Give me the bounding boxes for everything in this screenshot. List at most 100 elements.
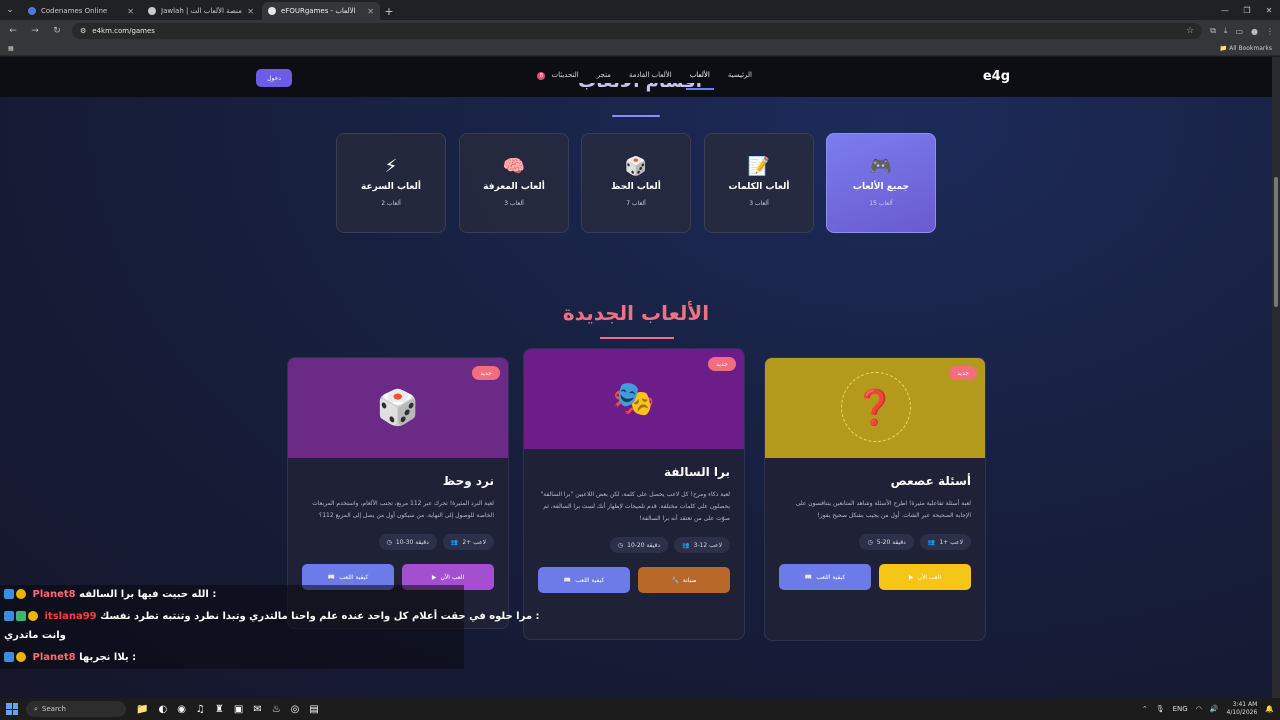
new-badge: جديد <box>949 366 977 380</box>
close-window-icon[interactable]: ✕ <box>1258 0 1280 20</box>
badge-icon <box>28 611 38 621</box>
url-field[interactable]: ⚙ e4km.com/games ☆ <box>72 23 1203 39</box>
profile-icon[interactable]: ● <box>1251 27 1258 36</box>
clock[interactable]: 3:41 AM 4/10/2026 <box>1227 701 1258 717</box>
close-tab-icon[interactable]: ✕ <box>127 7 134 16</box>
category-all[interactable]: 🎮 جميع الألعاب 15 ألعاب <box>826 133 936 233</box>
obs-icon[interactable]: ◎ <box>291 704 300 715</box>
game-actions: 📖 كيفية اللعب 🔧 صيانة <box>524 553 744 607</box>
duration-chip: ◷ 10-30 دقيقة <box>378 534 437 550</box>
notification-icon[interactable]: 🔔 <box>1265 705 1274 713</box>
download-icon[interactable]: ⤓ <box>1224 26 1228 36</box>
bookmarks-bar: ▦ 📁 All Bookmarks <box>0 42 1280 56</box>
terminal-icon[interactable]: ▤ <box>309 704 318 715</box>
start-icon[interactable] <box>6 703 18 715</box>
spotify-icon[interactable]: ♫ <box>196 704 205 715</box>
game-banner: ❓ جديد <box>765 358 985 458</box>
category-luck[interactable]: 🎲 ألعاب الحظ 7 ألعاب <box>581 133 691 233</box>
chat-message-continuation: وانت ماتدري <box>4 630 66 641</box>
volume-icon[interactable]: 🔊 <box>1210 705 1219 713</box>
chrome-icon[interactable]: ◉ <box>177 704 186 715</box>
system-tray: ⌃ 🎙 ENG ◠ 🔊 3:41 AM 4/10/2026 🔔 <box>1142 701 1274 717</box>
login-button[interactable]: دخول <box>256 69 292 87</box>
apps-icon[interactable]: ▦ <box>8 45 14 52</box>
category-count: 2 ألعاب <box>381 200 401 207</box>
taskbar-search[interactable]: ⌕ Search <box>26 701 126 717</box>
category-words[interactable]: 📝 ألعاب الكلمات 3 ألعاب <box>704 133 814 233</box>
category-list: 🎮 جميع الألعاب 15 ألعاب 📝 ألعاب الكلمات … <box>336 133 937 233</box>
scrollbar-thumb[interactable] <box>1274 177 1278 307</box>
book-icon: 📖 <box>563 576 572 584</box>
play-icon: ▶ <box>908 573 914 581</box>
category-knowledge[interactable]: 🧠 ألعاب المعرفة 3 ألعاب <box>459 133 569 233</box>
close-tab-icon[interactable]: ✕ <box>367 7 374 16</box>
new-tab-icon[interactable]: + <box>380 2 398 20</box>
brain-icon: 🧠 <box>502 156 526 177</box>
chat-text: يلاا نجربها : <box>79 652 137 663</box>
how-to-play-button[interactable]: 📖 كيفية اللعب <box>538 567 630 593</box>
logo-text: e4g <box>982 69 1010 84</box>
address-bar-row: ← → ↻ ⚙ e4km.com/games ☆ ⧉ ⤓ ▭ ● ⋮ <box>0 20 1280 42</box>
back-icon[interactable]: ← <box>6 26 20 36</box>
category-name: ألعاب الحظ <box>611 182 661 192</box>
maintenance-button[interactable]: 🔧 صيانة <box>638 567 730 593</box>
site-logo[interactable]: e4g <box>983 69 1010 84</box>
page-scrollbar[interactable] <box>1272 57 1280 698</box>
tray-chevron-icon[interactable]: ⌃ <box>1142 705 1148 713</box>
cast-icon[interactable]: ▭ <box>1235 27 1243 36</box>
duration-chip: ◷ 10-20 دقيقة <box>609 537 669 553</box>
badge-icon <box>16 589 26 599</box>
category-name: ألعاب الكلمات <box>728 182 790 192</box>
tab-codenames[interactable]: Codenames Online ✕ <box>22 2 140 20</box>
new-badge: جديد <box>708 357 736 371</box>
badge-icon <box>16 652 26 662</box>
wifi-icon[interactable]: ◠ <box>1196 705 1202 713</box>
time-text: 3:41 AM <box>1232 701 1258 708</box>
brave-icon[interactable]: ♜ <box>215 704 224 715</box>
duration-text: 10-20 دقيقة <box>627 541 661 549</box>
game-card-questions: ❓ جديد أسئلة عصعص لعبة أسئلة تفاعلية مثي… <box>764 357 986 641</box>
badge-icon <box>4 611 14 621</box>
category-count: 3 ألعاب <box>749 200 769 207</box>
tab-jawlah[interactable]: Jawlah | جولة - منصة الألعاب الت ✕ <box>142 2 260 20</box>
game-description: لعبة ذكاء ومرح! كل لاعب يحصل على كلمة، ل… <box>540 491 730 522</box>
favicon-icon <box>268 7 276 15</box>
restore-icon[interactable]: ❐ <box>1236 0 1258 20</box>
close-tab-icon[interactable]: ✕ <box>247 7 254 16</box>
category-name: ألعاب السرعة <box>361 182 421 192</box>
bookmark-star-icon[interactable]: ☆ <box>1186 26 1194 36</box>
date-text: 4/10/2026 <box>1226 709 1258 716</box>
category-speed[interactable]: ⚡ ألعاب السرعة 2 ألعاب <box>336 133 446 233</box>
messenger-icon[interactable]: ✉ <box>253 704 261 715</box>
tab-title: eFOURgames - الألعاب <box>281 7 356 15</box>
extensions-icon[interactable]: ⧉ <box>1210 26 1216 36</box>
site-info-icon[interactable]: ⚙ <box>80 27 86 35</box>
browser-tab-strip: ⌄ Codenames Online ✕ Jawlah | جولة - منص… <box>0 0 1280 20</box>
menu-icon[interactable]: ⋮ <box>1266 27 1274 36</box>
language-indicator[interactable]: ENG <box>1173 705 1188 713</box>
favicon-icon <box>148 7 156 15</box>
how-to-play-button[interactable]: 📖 كيفية اللعب <box>779 564 871 590</box>
forward-icon[interactable]: → <box>28 26 42 36</box>
reload-icon[interactable]: ↻ <box>50 26 64 36</box>
edge-icon[interactable]: ◐ <box>158 704 167 715</box>
all-bookmarks[interactable]: 📁 All Bookmarks <box>1220 45 1272 52</box>
users-icon: 👥 <box>927 538 936 546</box>
tab-efourgames[interactable]: eFOURgames - الألعاب ✕ <box>262 2 380 20</box>
tab-search-icon[interactable]: ⌄ <box>0 0 20 20</box>
game-description: لعبة النرد المثيرة! تحرك عبر 112 مربع، ت… <box>312 500 494 519</box>
game-title: نرد وحظ <box>442 474 494 488</box>
file-explorer-icon[interactable]: 📁 <box>136 704 148 715</box>
favicon-icon <box>28 7 36 15</box>
chat-text: مرا حلوه في حقت أعلام كل واحد عنده علم و… <box>100 611 540 622</box>
new-badge: جديد <box>472 366 500 380</box>
minimize-icon[interactable]: — <box>1214 0 1236 20</box>
play-now-button[interactable]: ▶ العب الآن <box>879 564 971 590</box>
players-text: 3-12 لاعب <box>693 541 722 549</box>
chat-overlay: Planet8 الله حبيت فيها برا السالفه : its… <box>0 585 540 669</box>
steam-icon[interactable]: ♨ <box>272 704 281 715</box>
microphone-icon[interactable]: 🎙 <box>1156 705 1165 713</box>
clock-icon: ◷ <box>867 538 873 546</box>
wrench-icon: 🔧 <box>671 576 679 584</box>
store-icon[interactable]: ▣ <box>234 704 243 715</box>
